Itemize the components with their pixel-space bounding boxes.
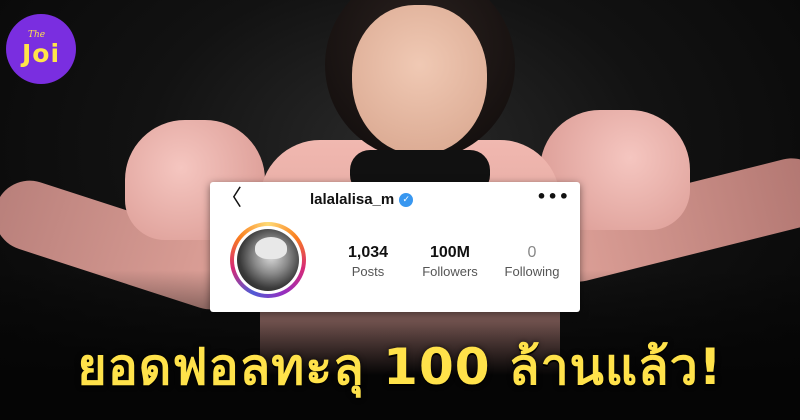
- avatar: [237, 229, 299, 291]
- followers-label: Followers: [422, 264, 478, 279]
- following-label: Following: [504, 264, 560, 279]
- brand-logo: The Joi: [6, 14, 76, 84]
- logo-name: Joi: [21, 38, 61, 68]
- avatar-border: [234, 226, 302, 294]
- profile-topbar: 〈 lalalalisa_m ✓ •••: [210, 182, 580, 220]
- hero-image: The Joi 〈 lalalalisa_m ✓ ••• 1,034 Posts…: [0, 0, 800, 420]
- stat-followers[interactable]: 100M Followers: [422, 244, 478, 279]
- instagram-profile-card: 〈 lalalalisa_m ✓ ••• 1,034 Posts 100M Fo…: [210, 182, 580, 312]
- username-group: lalalalisa_m ✓: [310, 191, 414, 208]
- back-arrow-icon[interactable]: 〈: [220, 188, 242, 210]
- more-options-icon[interactable]: •••: [536, 187, 570, 206]
- story-ring[interactable]: [230, 222, 306, 298]
- profile-stats: 1,034 Posts 100M Followers 0 Following: [340, 244, 560, 279]
- posts-count: 1,034: [347, 244, 389, 261]
- headline-caption: ยอดฟอลทะลุ 100 ล้านแล้ว!: [77, 338, 723, 396]
- photo-face: [352, 5, 487, 155]
- logo-prefix: The: [28, 30, 46, 40]
- stat-following[interactable]: 0 Following: [504, 244, 560, 279]
- following-count: 0: [527, 244, 537, 261]
- stat-posts[interactable]: 1,034 Posts: [340, 244, 396, 279]
- followers-count: 100M: [429, 244, 471, 261]
- verified-badge-icon: ✓: [399, 192, 414, 207]
- profile-username: lalalalisa_m: [310, 191, 395, 208]
- posts-label: Posts: [351, 264, 385, 279]
